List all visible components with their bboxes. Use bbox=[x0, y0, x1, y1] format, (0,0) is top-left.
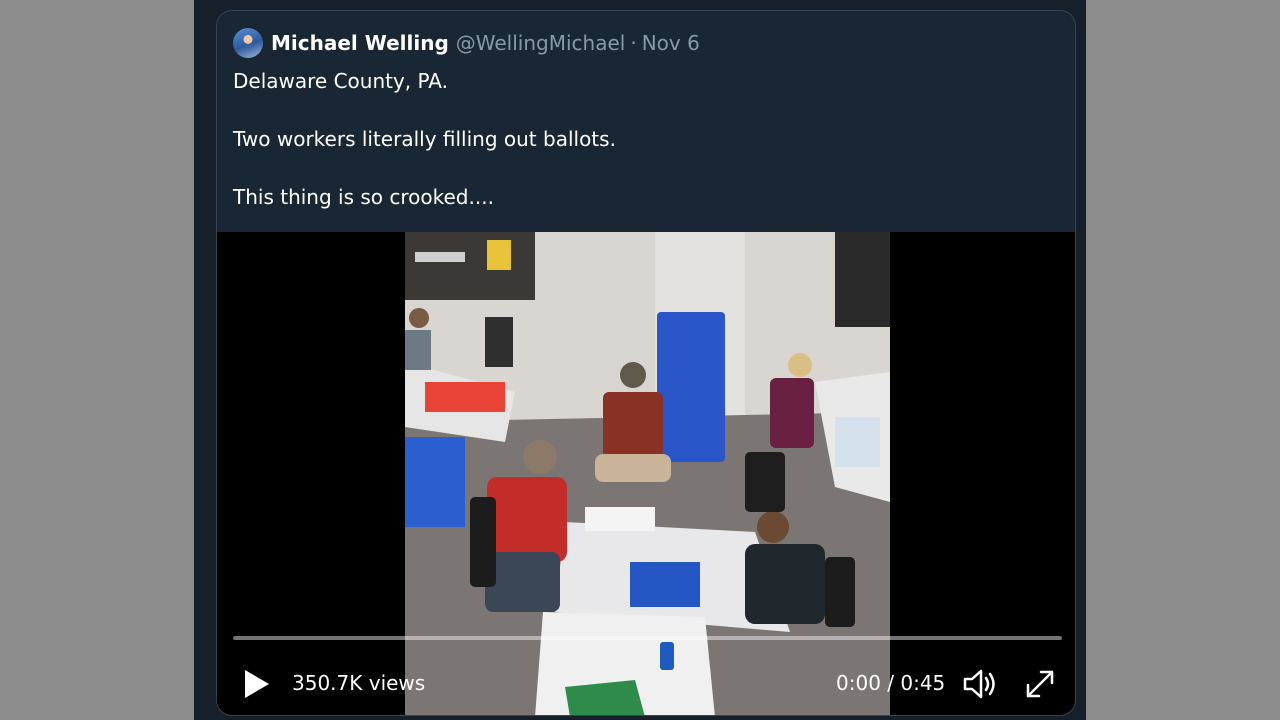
fullscreen-icon bbox=[1026, 670, 1054, 698]
video-time: 0:00 / 0:45 bbox=[836, 671, 946, 695]
tweet-card[interactable]: Michael Welling @WellingMichael · Nov 6 … bbox=[216, 10, 1076, 716]
play-icon bbox=[245, 670, 269, 698]
author-avatar[interactable] bbox=[233, 28, 263, 58]
video-controls: 350.7K views 0:00 / 0:45 bbox=[217, 662, 1075, 706]
author-name[interactable]: Michael Welling bbox=[271, 31, 449, 55]
tweet-line: Delaware County, PA. bbox=[233, 69, 448, 93]
video-progress-bar[interactable] bbox=[233, 636, 1062, 640]
tweet-header: Michael Welling @WellingMichael · Nov 6 bbox=[233, 27, 700, 59]
video-frame[interactable] bbox=[405, 232, 890, 715]
header-separator: · bbox=[630, 31, 637, 55]
author-handle[interactable]: @WellingMichael bbox=[456, 31, 626, 55]
tweet-text: Delaware County, PA. Two workers literal… bbox=[233, 67, 1053, 241]
view-count: 350.7K views bbox=[292, 671, 426, 695]
tweet-line: This thing is so crooked.... bbox=[233, 185, 494, 209]
fullscreen-button[interactable] bbox=[1022, 666, 1058, 702]
video-player[interactable]: 350.7K views 0:00 / 0:45 bbox=[217, 232, 1075, 715]
volume-button[interactable] bbox=[961, 666, 1001, 702]
play-button[interactable] bbox=[239, 664, 273, 704]
volume-icon bbox=[963, 669, 995, 699]
tweet-date[interactable]: Nov 6 bbox=[642, 31, 700, 55]
tweet-line: Two workers literally filling out ballot… bbox=[233, 127, 616, 151]
video-still-image bbox=[405, 232, 890, 715]
